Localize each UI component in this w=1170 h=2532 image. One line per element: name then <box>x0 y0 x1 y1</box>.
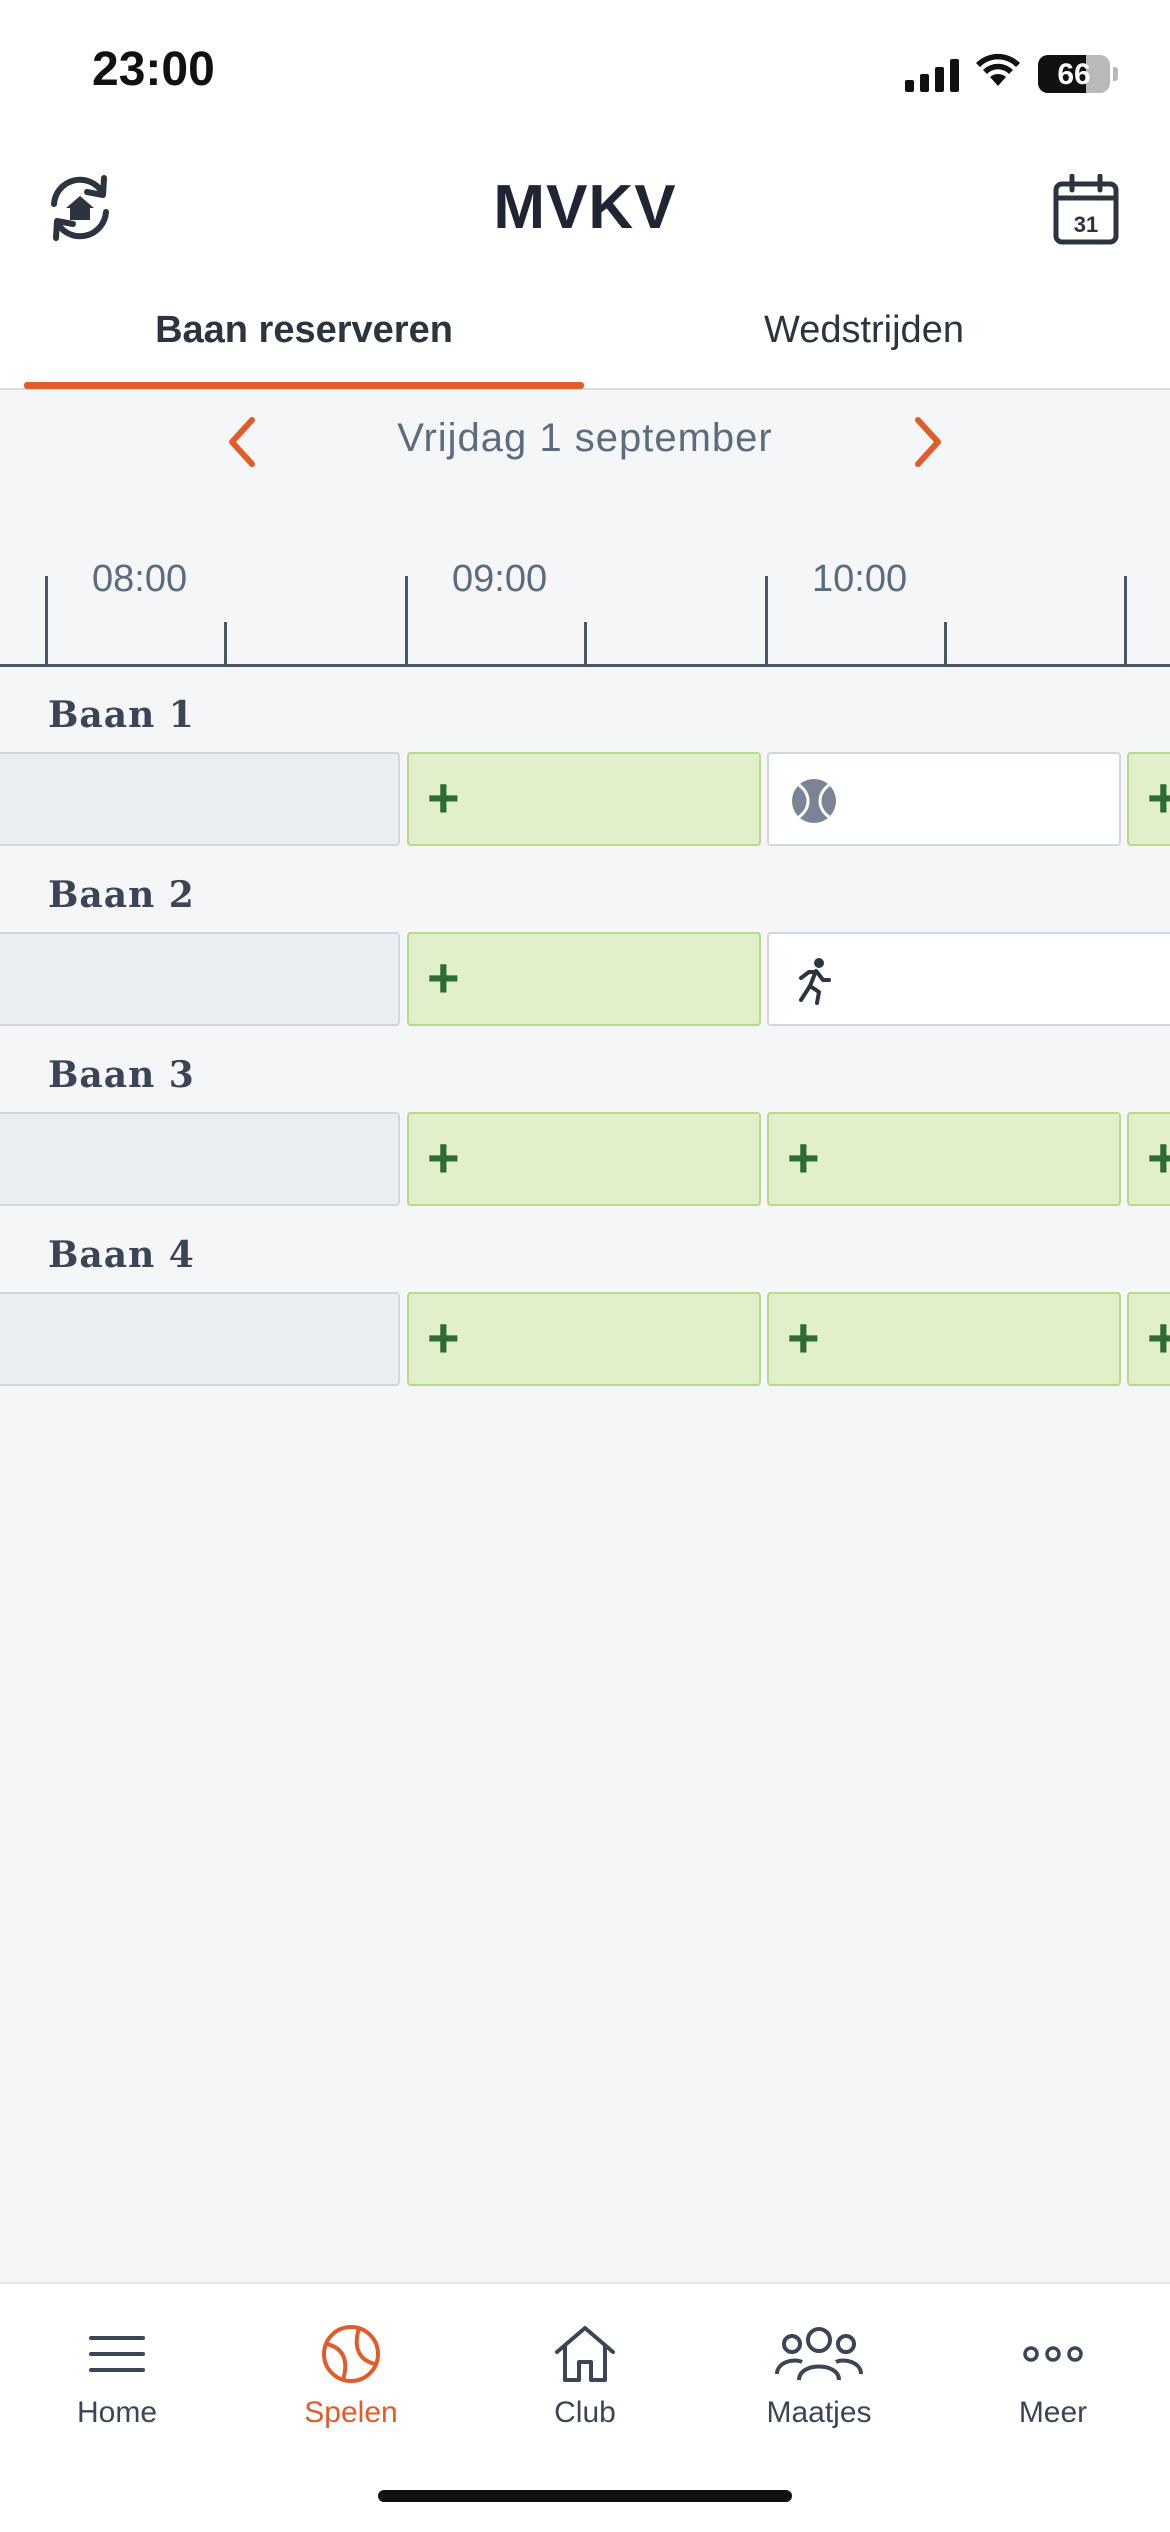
menu-icon <box>89 2336 145 2372</box>
time-axis: 08:00 09:00 10:00 <box>0 540 1170 668</box>
more-icon <box>1023 2346 1083 2362</box>
court-label-baan-3: Baan 3 <box>48 1054 195 1096</box>
battery-cap <box>1113 67 1118 81</box>
running-person-icon <box>799 958 831 1005</box>
free-slot[interactable]: + <box>407 1292 761 1386</box>
date-navigator: Vrijdag 1 september <box>0 392 1170 492</box>
booked-slot[interactable] <box>767 752 1121 846</box>
plus-icon: + <box>427 1126 460 1189</box>
plus-icon: + <box>1147 1306 1170 1369</box>
past-slot <box>0 1292 400 1386</box>
svg-text:31: 31 <box>1074 212 1098 237</box>
free-slot[interactable]: + <box>767 1112 1121 1206</box>
half-hour-tick <box>584 622 587 666</box>
nav-meer[interactable]: Meer <box>936 2304 1170 2454</box>
half-hour-tick <box>224 622 227 666</box>
nav-label: Club <box>554 2396 616 2429</box>
free-slot[interactable]: + <box>407 1112 761 1206</box>
wifi-icon <box>976 53 1020 86</box>
status-time: 23:00 <box>92 43 215 96</box>
page-title: MVKV <box>493 173 677 242</box>
free-slot[interactable]: + <box>1127 1292 1170 1386</box>
hour-tick <box>1124 576 1127 666</box>
past-slot <box>0 932 400 1026</box>
tab-bar: Baan reserveren Wedstrijden <box>0 290 1170 390</box>
free-slot[interactable]: + <box>767 1292 1121 1386</box>
house-icon <box>555 2326 615 2382</box>
tennis-ball-icon <box>792 779 836 823</box>
hour-tick <box>45 576 48 666</box>
plus-icon: + <box>427 766 460 829</box>
hour-label: 10:00 <box>812 558 908 600</box>
battery-icon: 66 <box>1038 55 1110 93</box>
plus-icon: + <box>1147 1126 1170 1189</box>
plus-icon: + <box>427 946 460 1009</box>
nav-label: Maatjes <box>766 2396 872 2429</box>
free-slot[interactable]: + <box>407 932 761 1026</box>
nav-club[interactable]: Club <box>468 2304 702 2454</box>
signal-icon <box>905 58 959 92</box>
plus-icon: + <box>787 1126 820 1189</box>
past-slot <box>0 1112 400 1206</box>
court-label-baan-2: Baan 2 <box>48 874 195 916</box>
nav-label: Home <box>76 2396 158 2429</box>
calendar-icon[interactable]: 31 <box>1052 174 1120 246</box>
hour-tick <box>765 576 768 666</box>
hour-tick <box>405 576 408 666</box>
nav-label: Meer <box>1018 2396 1088 2429</box>
battery-percentage: 66 <box>1057 58 1091 91</box>
nav-spelen[interactable]: Spelen <box>234 2304 468 2454</box>
nav-label: Spelen <box>304 2396 398 2429</box>
home-indicator <box>378 2490 792 2502</box>
tab-wedstrijden[interactable]: Wedstrijden <box>584 290 1144 390</box>
tab-baan-reserveren[interactable]: Baan reserveren <box>24 290 584 390</box>
plus-icon: + <box>787 1306 820 1369</box>
nav-home[interactable]: Home <box>0 2304 234 2454</box>
time-axis-line <box>0 664 1170 667</box>
selected-date[interactable]: Vrijdag 1 september <box>0 416 1170 461</box>
next-day-chevron-icon[interactable] <box>908 414 948 470</box>
court-label-baan-4: Baan 4 <box>48 1234 195 1276</box>
past-slot <box>0 752 400 846</box>
free-slot[interactable]: + <box>407 752 761 846</box>
free-slot[interactable]: + <box>1127 1112 1170 1206</box>
half-hour-tick <box>944 622 947 666</box>
app-header: MVKV 31 <box>0 140 1170 290</box>
plus-icon: + <box>1147 766 1170 829</box>
booked-slot[interactable] <box>767 932 1170 1026</box>
active-tab-indicator <box>24 382 584 389</box>
court-label-baan-1: Baan 1 <box>48 694 195 736</box>
people-icon <box>775 2327 863 2381</box>
hour-label: 09:00 <box>452 558 548 600</box>
hour-label: 08:00 <box>92 558 188 600</box>
tennis-ball-icon <box>322 2325 380 2383</box>
free-slot[interactable]: + <box>1127 752 1170 846</box>
nav-maatjes[interactable]: Maatjes <box>702 2304 936 2454</box>
status-bar: 23:00 66 <box>0 0 1170 140</box>
plus-icon: + <box>427 1306 460 1369</box>
